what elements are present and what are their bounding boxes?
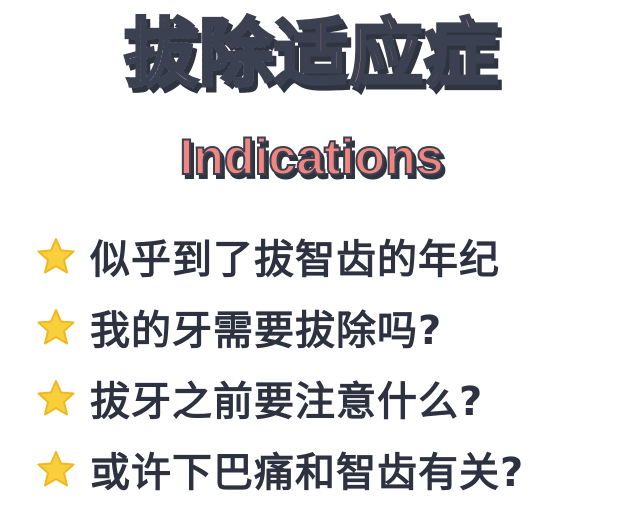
- list-item: 或许下巴痛和智齿有关?: [36, 433, 616, 504]
- title-part-dark: 拔除: [123, 11, 275, 97]
- star-icon: [37, 379, 75, 415]
- page-title: 拔除 适应症: [0, 4, 623, 104]
- star-icon: [37, 237, 75, 273]
- list-item: 拔牙之前要注意什么?: [36, 362, 616, 433]
- list-item-text: 或许下巴痛和智齿有关?: [90, 449, 525, 496]
- list-item: 我的牙需要拔除吗?: [36, 291, 616, 362]
- list-item-text: 我的牙需要拔除吗?: [90, 307, 443, 354]
- star-icon: [37, 308, 75, 344]
- indications-list: 似乎到了拔智齿的年纪 我的牙需要拔除吗? 拔牙之前要注意什么? 或许下巴痛和智齿…: [36, 220, 616, 504]
- list-item: 似乎到了拔智齿的年纪: [36, 220, 616, 291]
- subtitle: Indications: [179, 128, 445, 186]
- star-icon: [37, 450, 75, 486]
- title-part-pink: 适应症: [273, 11, 500, 97]
- list-item-text: 拔牙之前要注意什么?: [90, 378, 484, 425]
- list-item-text: 似乎到了拔智齿的年纪: [90, 236, 500, 283]
